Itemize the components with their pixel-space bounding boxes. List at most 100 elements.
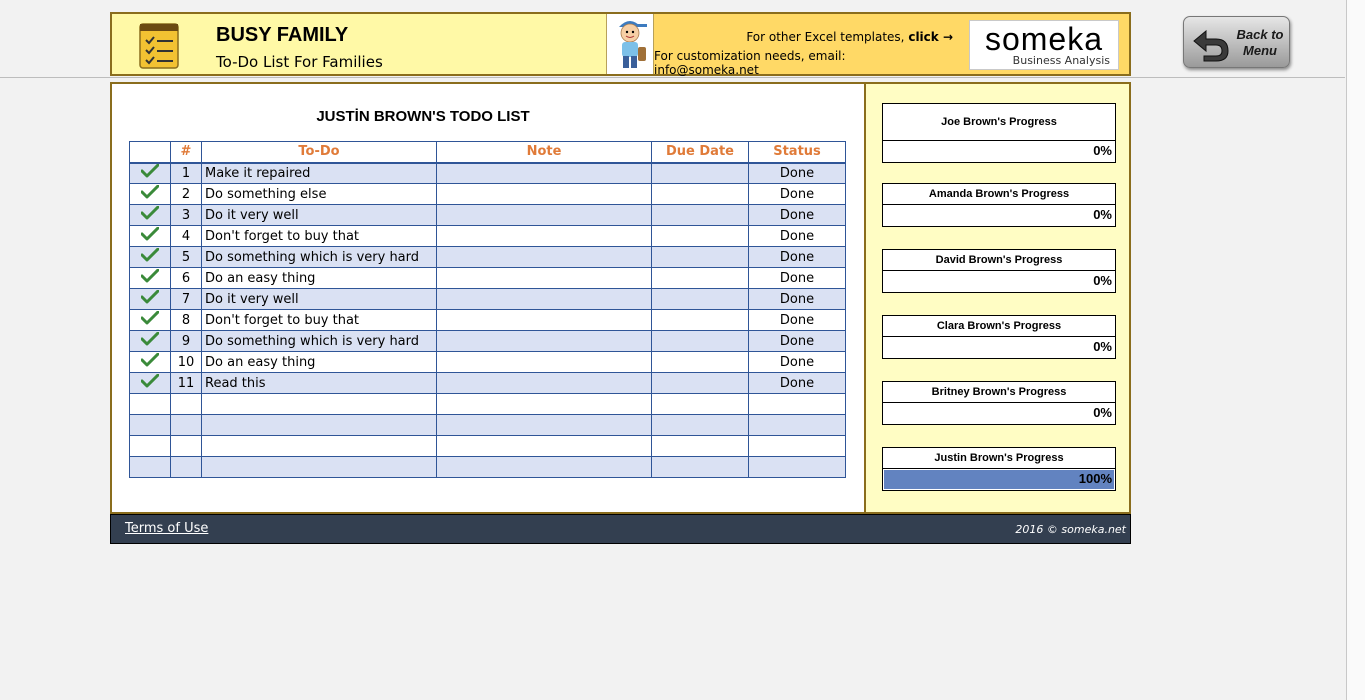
row-number-cell[interactable] (170, 414, 202, 436)
row-status-cell[interactable]: Done (748, 162, 846, 184)
row-status-cell[interactable]: Done (748, 267, 846, 289)
row-due-date-cell[interactable] (651, 267, 749, 289)
row-status-cell[interactable]: Done (748, 351, 846, 373)
row-check-cell[interactable] (129, 393, 171, 415)
row-todo-cell[interactable]: Read this (201, 372, 437, 394)
row-number-cell[interactable]: 6 (170, 267, 202, 289)
row-due-date-cell[interactable] (651, 456, 749, 478)
row-status-cell[interactable] (748, 393, 846, 415)
row-status-cell[interactable] (748, 414, 846, 436)
row-due-date-cell[interactable] (651, 414, 749, 436)
row-check-cell[interactable] (129, 204, 171, 226)
row-number-cell[interactable]: 3 (170, 204, 202, 226)
row-number-cell[interactable]: 4 (170, 225, 202, 247)
row-note-cell[interactable] (436, 435, 652, 457)
row-check-cell[interactable] (129, 372, 171, 394)
row-due-date-cell[interactable] (651, 309, 749, 331)
row-note-cell[interactable] (436, 456, 652, 478)
row-status-cell[interactable]: Done (748, 288, 846, 310)
row-check-cell[interactable] (129, 225, 171, 247)
progress-name: Amanda Brown's Progress (882, 183, 1116, 205)
row-status-cell[interactable]: Done (748, 183, 846, 205)
row-note-cell[interactable] (436, 309, 652, 331)
row-todo-cell[interactable]: Do something else (201, 183, 437, 205)
row-todo-cell[interactable] (201, 414, 437, 436)
row-status-cell[interactable] (748, 456, 846, 478)
row-check-cell[interactable] (129, 183, 171, 205)
row-check-cell[interactable] (129, 435, 171, 457)
row-check-cell[interactable] (129, 309, 171, 331)
row-due-date-cell[interactable] (651, 246, 749, 268)
row-todo-cell[interactable]: Do it very well (201, 288, 437, 310)
row-todo-cell[interactable] (201, 456, 437, 478)
promo-email[interactable]: For customization needs, email: info@som… (654, 49, 953, 77)
row-number-cell[interactable]: 10 (170, 351, 202, 373)
vertical-scrollbar[interactable] (1346, 0, 1365, 700)
row-todo-cell[interactable]: Do an easy thing (201, 351, 437, 373)
row-due-date-cell[interactable] (651, 330, 749, 352)
row-number-cell[interactable]: 5 (170, 246, 202, 268)
row-note-cell[interactable] (436, 330, 652, 352)
row-todo-cell[interactable]: Don't forget to buy that (201, 225, 437, 247)
row-note-cell[interactable] (436, 351, 652, 373)
row-number-cell[interactable] (170, 456, 202, 478)
row-due-date-cell[interactable] (651, 351, 749, 373)
row-status-cell[interactable] (748, 435, 846, 457)
row-note-cell[interactable] (436, 372, 652, 394)
row-due-date-cell[interactable] (651, 183, 749, 205)
row-todo-cell[interactable]: Do something which is very hard (201, 246, 437, 268)
someka-logo[interactable]: someka Business Analysis (969, 20, 1119, 70)
row-todo-cell[interactable]: Don't forget to buy that (201, 309, 437, 331)
row-check-cell[interactable] (129, 330, 171, 352)
terms-of-use-link[interactable]: Terms of Use (125, 521, 208, 536)
row-status-cell[interactable]: Done (748, 330, 846, 352)
row-status-cell[interactable]: Done (748, 204, 846, 226)
row-todo-cell[interactable]: Make it repaired (201, 162, 437, 184)
row-note-cell[interactable] (436, 162, 652, 184)
row-number-cell[interactable]: 9 (170, 330, 202, 352)
row-number-cell[interactable]: 7 (170, 288, 202, 310)
row-note-cell[interactable] (436, 204, 652, 226)
row-check-cell[interactable] (129, 267, 171, 289)
table-row: 9 Do something which is very hard Done (129, 330, 846, 352)
row-due-date-cell[interactable] (651, 162, 749, 184)
row-number-cell[interactable]: 11 (170, 372, 202, 394)
row-number-cell[interactable]: 1 (170, 162, 202, 184)
row-note-cell[interactable] (436, 414, 652, 436)
row-status-cell[interactable]: Done (748, 372, 846, 394)
row-check-cell[interactable] (129, 351, 171, 373)
row-due-date-cell[interactable] (651, 372, 749, 394)
row-check-cell[interactable] (129, 456, 171, 478)
row-due-date-cell[interactable] (651, 393, 749, 415)
progress-name: David Brown's Progress (882, 249, 1116, 271)
row-todo-cell[interactable] (201, 435, 437, 457)
row-number-cell[interactable]: 8 (170, 309, 202, 331)
row-check-cell[interactable] (129, 414, 171, 436)
row-note-cell[interactable] (436, 183, 652, 205)
back-to-menu-button[interactable]: Back to Menu (1183, 16, 1290, 68)
row-number-cell[interactable]: 2 (170, 183, 202, 205)
row-due-date-cell[interactable] (651, 225, 749, 247)
row-number-cell[interactable] (170, 435, 202, 457)
notepad-checklist-icon (139, 23, 179, 69)
row-check-cell[interactable] (129, 162, 171, 184)
row-note-cell[interactable] (436, 246, 652, 268)
row-due-date-cell[interactable] (651, 288, 749, 310)
promo-click-link[interactable]: click → (908, 30, 953, 44)
row-status-cell[interactable]: Done (748, 309, 846, 331)
row-todo-cell[interactable]: Do an easy thing (201, 267, 437, 289)
row-todo-cell[interactable]: Do something which is very hard (201, 330, 437, 352)
row-note-cell[interactable] (436, 225, 652, 247)
row-todo-cell[interactable] (201, 393, 437, 415)
row-note-cell[interactable] (436, 267, 652, 289)
row-status-cell[interactable]: Done (748, 246, 846, 268)
row-check-cell[interactable] (129, 288, 171, 310)
row-todo-cell[interactable]: Do it very well (201, 204, 437, 226)
row-note-cell[interactable] (436, 393, 652, 415)
row-number-cell[interactable] (170, 393, 202, 415)
row-status-cell[interactable]: Done (748, 225, 846, 247)
row-due-date-cell[interactable] (651, 204, 749, 226)
row-due-date-cell[interactable] (651, 435, 749, 457)
row-check-cell[interactable] (129, 246, 171, 268)
row-note-cell[interactable] (436, 288, 652, 310)
